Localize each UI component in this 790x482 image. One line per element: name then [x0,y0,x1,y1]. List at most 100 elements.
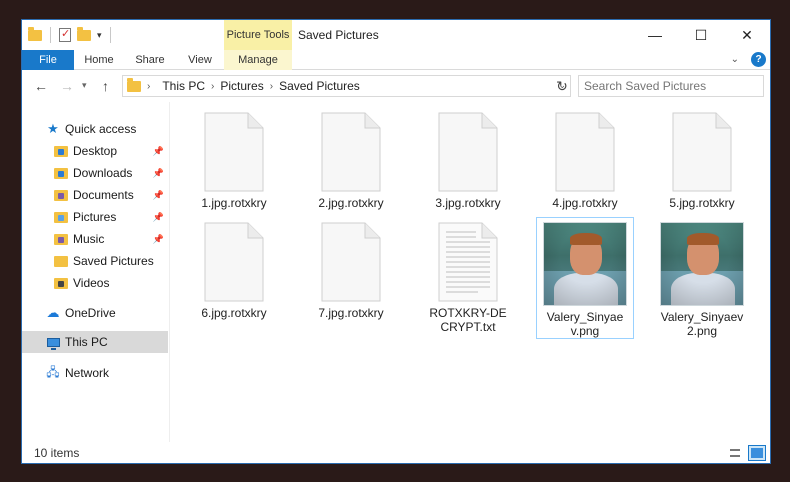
recent-locations-chevron-icon[interactable]: ▾ [82,80,87,91]
pin-icon[interactable]: 📌 [153,190,164,201]
breadcrumb-label: This PC [162,79,206,93]
file-name: 5.jpg.rotxkry [669,196,735,210]
minimize-button[interactable]: — [632,20,678,50]
desktop-folder-icon [54,144,68,158]
properties-icon[interactable] [59,27,71,42]
cloud-icon: ☁ [46,305,60,320]
forward-arrow-icon[interactable]: → [60,78,74,94]
folder-icon [28,26,42,41]
tab-view[interactable]: View [178,50,222,70]
pictures-folder-icon [54,210,68,224]
toolbar-separator [50,27,51,43]
address-bar[interactable]: › This PC › Pictures › Saved Pictures ⌄ [122,75,571,97]
folder-icon [127,77,141,92]
file-item[interactable]: 6.jpg.rotxkry [186,222,282,320]
nav-network[interactable]: 🖧 Network [22,362,168,384]
tab-manage[interactable]: Manage [224,50,292,70]
file-item[interactable]: ROTXKRY-DECRYPT.txt [420,222,516,334]
tab-home[interactable]: Home [77,50,121,70]
breadcrumb-this-pc[interactable]: This PC [162,79,205,93]
details-view-button[interactable] [726,445,744,461]
file-name: 6.jpg.rotxkry [201,306,267,320]
image-thumbnail [543,222,627,306]
breadcrumb-label: Pictures [220,79,264,93]
nav-item-label: Downloads [73,166,133,180]
back-arrow-icon[interactable]: ← [34,78,48,94]
file-item[interactable]: 1.jpg.rotxkry [186,112,282,210]
nav-item-saved-pictures[interactable]: Saved Pictures [22,250,168,272]
file-item[interactable]: Valery_Sinyaev2.png [654,218,750,338]
refresh-icon[interactable]: ↻ [551,75,573,97]
file-item[interactable]: 2.jpg.rotxkry [303,112,399,210]
close-button[interactable]: ✕ [724,20,770,50]
text-file-icon [438,222,498,302]
blank-file-icon [321,222,381,302]
ribbon-tabs: File Home Share View Manage ⌄ ? [22,50,770,70]
blank-file-icon [438,112,498,192]
pin-icon[interactable]: 📌 [153,168,164,179]
nav-item-label: Desktop [73,144,118,158]
file-name: Valery_Sinyaev.png [546,310,624,338]
breadcrumb-pictures[interactable]: › Pictures [211,79,264,93]
nav-item-downloads[interactable]: Downloads 📌 [22,162,168,184]
breadcrumb-saved-pictures[interactable]: › Saved Pictures [270,79,360,93]
file-name: 4.jpg.rotxkry [552,196,618,210]
nav-item-label: Documents [73,188,134,202]
file-name: ROTXKRY-DECRYPT.txt [429,306,507,334]
downloads-folder-icon [54,166,68,180]
pin-icon[interactable]: 📌 [153,146,164,157]
chevron-right-icon: › [269,80,274,92]
status-bar: 10 items [22,443,770,463]
nav-item-music[interactable]: Music 📌 [22,228,168,250]
maximize-button[interactable]: ☐ [678,20,724,50]
blank-file-icon [204,112,264,192]
file-name: 1.jpg.rotxkry [201,196,267,210]
nav-onedrive[interactable]: ☁ OneDrive [22,302,168,324]
nav-item-label: Quick access [65,122,137,136]
file-explorer-window: ▾ Picture Tools Saved Pictures — ☐ ✕ Fil… [21,19,771,464]
new-folder-icon[interactable] [77,26,91,41]
nav-item-label: Saved Pictures [73,254,154,268]
search-input[interactable] [578,75,764,97]
blank-file-icon [204,222,264,302]
nav-item-label: Network [65,366,110,380]
blank-file-icon [672,112,732,192]
up-arrow-icon[interactable]: ↑ [102,78,109,94]
breadcrumb-separator[interactable]: › [147,81,156,92]
documents-folder-icon [54,188,68,202]
quick-access-toolbar: ▾ [28,26,113,43]
nav-item-label: OneDrive [65,306,116,320]
star-icon: ★ [47,121,59,136]
ribbon-right-controls: ⌄ ? [731,52,766,67]
file-item[interactable]: 3.jpg.rotxkry [420,112,516,210]
file-item-selected[interactable]: Valery_Sinyaev.png [536,217,634,339]
videos-folder-icon [54,276,68,290]
nav-item-documents[interactable]: Documents 📌 [22,184,168,206]
blank-file-icon [555,112,615,192]
nav-item-desktop[interactable]: Desktop 📌 [22,140,168,162]
help-icon[interactable]: ? [751,52,766,67]
chevron-right-icon: › [147,80,151,92]
file-item[interactable]: 5.jpg.rotxkry [654,112,750,210]
nav-item-label: Pictures [73,210,117,224]
large-icons-view-button[interactable] [748,445,766,461]
file-name: Valery_Sinyaev2.png [660,310,744,338]
title-bar: ▾ Picture Tools Saved Pictures — ☐ ✕ [22,20,770,50]
nav-item-pictures[interactable]: Pictures 📌 [22,206,168,228]
nav-quick-access[interactable]: ★ Quick access [22,118,168,140]
expand-ribbon-chevron-icon[interactable]: ⌄ [731,54,739,65]
pin-icon[interactable]: 📌 [153,234,164,245]
file-item[interactable]: 4.jpg.rotxkry [537,112,633,210]
nav-this-pc[interactable]: This PC [22,331,168,353]
navigation-pane: ★ Quick access Desktop 📌 Downloads 📌 Doc… [22,102,168,442]
file-item[interactable]: 7.jpg.rotxkry [303,222,399,320]
large-icons-view-icon [751,448,763,458]
nav-item-videos[interactable]: Videos [22,272,168,294]
customize-toolbar-arrow-icon[interactable]: ▾ [97,30,102,41]
tab-file[interactable]: File [22,50,74,70]
pin-icon[interactable]: 📌 [153,212,164,223]
file-name: 3.jpg.rotxkry [435,196,501,210]
nav-item-label: Music [73,232,105,246]
picture-tools-label: Picture Tools [224,20,292,50]
tab-share[interactable]: Share [126,50,174,70]
